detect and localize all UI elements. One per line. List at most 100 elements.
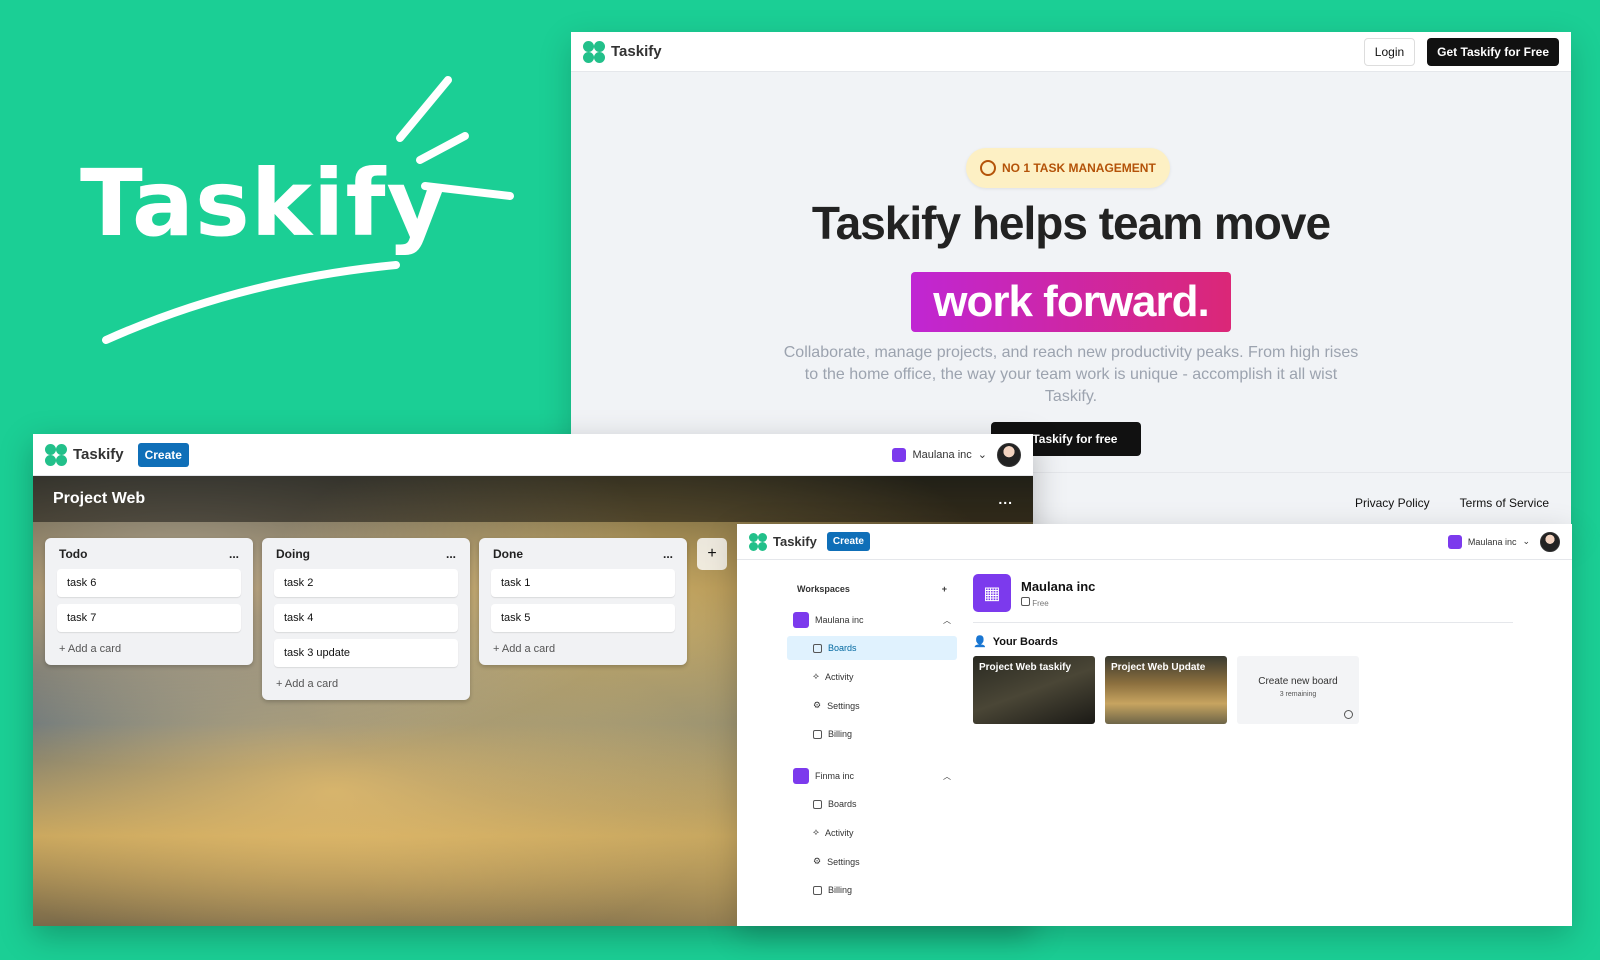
- add-card-button[interactable]: + Add a card: [491, 639, 675, 655]
- board-card[interactable]: Project Web taskify: [973, 656, 1095, 724]
- list-title: Done: [493, 547, 523, 561]
- avatar[interactable]: [997, 442, 1021, 467]
- your-boards-heading: 👤 Your Boards: [973, 635, 1513, 649]
- user-icon: 👤: [973, 636, 987, 648]
- building-icon: [793, 768, 809, 784]
- workspace-window: Taskify Create Maulana inc ⌄ Workspaces +…: [737, 524, 1572, 926]
- task-card[interactable]: task 3 update: [274, 639, 458, 667]
- add-workspace-icon[interactable]: +: [942, 584, 947, 594]
- no1-badge: NO 1 TASK MANAGEMENT: [966, 148, 1170, 188]
- logo[interactable]: Taskify: [583, 40, 662, 63]
- task-card[interactable]: task 2: [274, 569, 458, 597]
- sidebar-item-billing[interactable]: Billing: [787, 878, 957, 902]
- org-switcher[interactable]: Maulana inc ⌄: [892, 447, 987, 462]
- activity-icon: ⟡: [813, 827, 819, 837]
- building-icon: [892, 447, 907, 462]
- sparkle-decoration: [102, 76, 514, 344]
- sidebar-item-label: Activity: [824, 827, 854, 838]
- plus-icon: +: [707, 545, 717, 562]
- list-done: Done... task 1 task 5 + Add a card: [479, 538, 687, 665]
- clover-icon: [749, 532, 767, 551]
- task-card[interactable]: task 6: [57, 569, 241, 597]
- plus-icon: +: [276, 678, 285, 690]
- sidebar-item-billing[interactable]: Billing: [787, 722, 957, 746]
- add-card-button[interactable]: + Add a card: [274, 674, 458, 690]
- workspace-navbar: Taskify Create Maulana inc ⌄: [737, 524, 1572, 560]
- board-card[interactable]: Project Web Update: [1105, 656, 1227, 724]
- chevron-up-icon: ︿: [943, 771, 951, 781]
- add-card-button[interactable]: + Add a card: [57, 639, 241, 655]
- get-taskify-button[interactable]: Get Taskify for Free: [1427, 37, 1559, 66]
- list-menu-icon[interactable]: ...: [663, 547, 673, 561]
- create-board-label: Create new board: [1258, 676, 1338, 687]
- org-switcher[interactable]: Maulana inc ⌄: [1447, 534, 1530, 549]
- add-card-label: Add a card: [501, 643, 556, 655]
- create-button[interactable]: Create: [826, 532, 870, 551]
- logo[interactable]: Taskify: [45, 443, 124, 466]
- help-icon[interactable]: [1344, 710, 1353, 719]
- badge-text: NO 1 TASK MANAGEMENT: [1002, 161, 1156, 175]
- sidebar-item-label: Boards: [828, 799, 857, 809]
- board-title: Project Web: [53, 490, 146, 507]
- login-button[interactable]: Login: [1363, 37, 1416, 66]
- logo-text: Taskify: [611, 43, 662, 60]
- sidebar-item-label: Boards: [828, 643, 857, 653]
- boards-grid: Project Web taskify Project Web Update C…: [973, 656, 1513, 724]
- list-menu-icon[interactable]: ...: [229, 547, 239, 561]
- hero-title: Taskify helps team move: [811, 197, 1331, 249]
- medal-icon: [980, 160, 996, 176]
- list-title: Doing: [276, 547, 310, 561]
- building-icon: ▦: [973, 574, 1011, 612]
- sidebar-org-name: Finma inc: [815, 771, 855, 781]
- sidebar-org[interactable]: Finma inc ︿: [787, 764, 957, 788]
- sidebar-org-name: Maulana inc: [815, 615, 864, 625]
- sidebar-item-label: Settings: [827, 856, 860, 867]
- hero-subtitle: Collaborate, manage projects, and reach …: [783, 344, 1359, 405]
- add-card-label: Add a card: [67, 643, 122, 655]
- create-board-card[interactable]: Create new board 3 remaining: [1237, 656, 1359, 724]
- sidebar-item-label: Settings: [827, 700, 860, 711]
- gear-icon: ⚙: [813, 856, 822, 866]
- sidebar-item-settings[interactable]: ⚙ Settings: [787, 849, 957, 874]
- task-card[interactable]: task 5: [491, 604, 675, 632]
- add-list-button[interactable]: +: [697, 538, 727, 570]
- sidebar-item-label: Activity: [824, 671, 854, 682]
- plan-text: Free: [1032, 598, 1049, 608]
- terms-link[interactable]: Terms of Service: [1460, 496, 1549, 510]
- list-todo: Todo... task 6 task 7 + Add a card: [45, 538, 253, 665]
- logo[interactable]: Taskify: [749, 532, 817, 551]
- org-title: Maulana inc: [1021, 578, 1096, 594]
- task-card[interactable]: task 4: [274, 604, 458, 632]
- activity-icon: ⟡: [813, 671, 819, 681]
- privacy-link[interactable]: Privacy Policy: [1355, 496, 1430, 510]
- workspace-main: ▦ Maulana inc Free 👤 Your Boards Project…: [973, 574, 1513, 724]
- sidebar-item-activity[interactable]: ⟡ Activity: [787, 664, 957, 689]
- credit-card-icon: [1021, 596, 1030, 606]
- clover-icon: [45, 443, 67, 466]
- add-card-label: Add a card: [284, 678, 339, 690]
- remaining-label: 3 remaining: [1279, 691, 1317, 698]
- sidebar-item-boards[interactable]: Boards: [787, 636, 957, 660]
- credit-card-icon: [813, 885, 822, 895]
- chevron-down-icon: ⌄: [1522, 536, 1530, 546]
- logo-text: Taskify: [773, 534, 817, 549]
- list-menu-icon[interactable]: ...: [446, 547, 456, 561]
- layout-icon: [813, 799, 822, 809]
- board-navbar: Taskify Create Maulana inc ⌄: [33, 434, 1033, 476]
- plan-label: Free: [1021, 596, 1095, 608]
- list-title: Todo: [59, 547, 88, 561]
- building-icon: [793, 612, 809, 628]
- sidebar-item-activity[interactable]: ⟡ Activity: [787, 820, 957, 845]
- avatar[interactable]: [1540, 531, 1560, 552]
- plus-icon: +: [59, 643, 68, 655]
- sidebar-item-boards[interactable]: Boards: [787, 792, 957, 816]
- sidebar-title: Workspaces: [797, 584, 850, 594]
- board-menu-icon[interactable]: ...: [998, 491, 1013, 507]
- task-card[interactable]: task 7: [57, 604, 241, 632]
- workspace-sidebar: Workspaces + Maulana inc ︿ Boards ⟡ Activi…: [787, 580, 957, 906]
- create-button[interactable]: Create: [137, 442, 189, 467]
- sidebar-org[interactable]: Maulana inc ︿: [787, 608, 957, 632]
- sidebar-item-settings[interactable]: ⚙ Settings: [787, 693, 957, 718]
- task-card[interactable]: task 1: [491, 569, 675, 597]
- chevron-down-icon: ⌄: [977, 449, 987, 461]
